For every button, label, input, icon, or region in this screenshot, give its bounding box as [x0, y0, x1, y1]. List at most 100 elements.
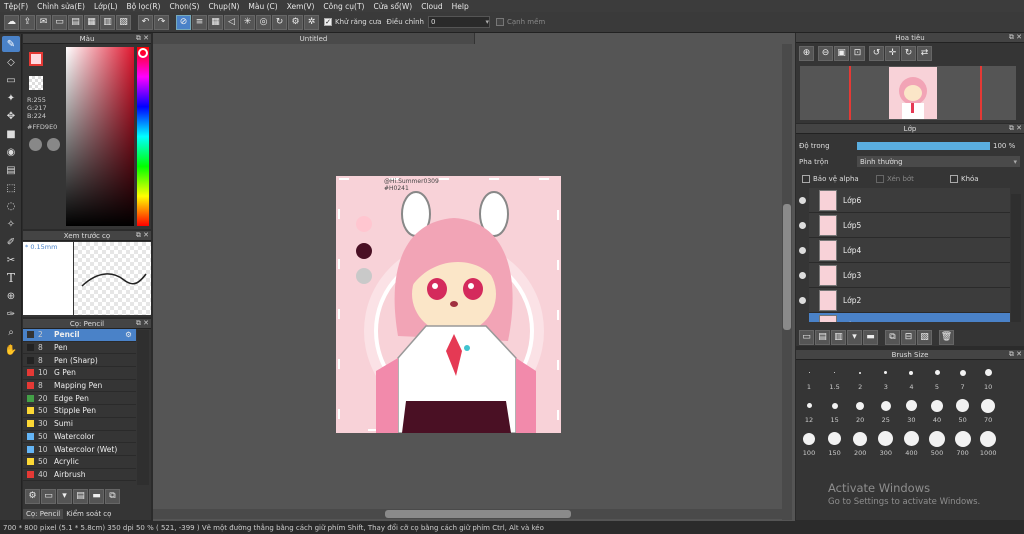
lock-toggle[interactable]: Khóa — [950, 175, 979, 183]
opacity-slider[interactable] — [857, 142, 990, 150]
panel-close-icon[interactable]: ⧉ ✕ — [1009, 350, 1022, 359]
brush-list-scrollbar[interactable] — [137, 330, 149, 485]
brush-item[interactable]: 40 Airbrush — [23, 469, 136, 482]
brush-size-option[interactable]: 70 — [981, 397, 996, 424]
flip-icon[interactable]: ⇄ — [917, 46, 932, 61]
actual-size-icon[interactable]: ⊡ — [850, 46, 865, 61]
brush-size-option[interactable]: 100 — [803, 430, 815, 457]
settings-icon[interactable]: ✲ — [304, 14, 319, 30]
brush-folder-icon[interactable]: ▭ — [41, 489, 56, 504]
menu-edit[interactable]: Chỉnh sửa(E) — [37, 2, 85, 11]
brush-size-option[interactable]: 3 — [880, 364, 892, 391]
brush-item[interactable]: 30 Sumi — [23, 418, 136, 431]
brush-item[interactable]: 20 Edge Pen — [23, 392, 136, 406]
panel-close-icon[interactable]: ⧉ ✕ — [136, 231, 149, 240]
menu-tools[interactable]: Công cụ(T) — [323, 2, 364, 11]
radial-snap-icon[interactable]: ✳ — [240, 14, 255, 30]
select-eraser-icon[interactable]: ✂ — [2, 252, 20, 268]
brush-item[interactable]: 50 Stipple Pen — [23, 405, 136, 418]
brush-size-option[interactable]: 1 — [803, 364, 815, 391]
brush-size-option[interactable]: 500 — [929, 430, 945, 457]
brush-item[interactable]: 8 Pen (Sharp) — [23, 354, 136, 368]
eye-icon[interactable] — [799, 272, 806, 279]
brush-size-option[interactable]: 7 — [957, 364, 969, 391]
rect-icon[interactable]: ■ — [2, 126, 20, 142]
screen-icon[interactable]: ▭ — [52, 14, 67, 30]
new-8bit-layer-icon[interactable]: ▥ — [831, 330, 846, 345]
panel-close-icon[interactable]: ⧉ ✕ — [1009, 33, 1022, 42]
speech-icon[interactable]: ✉ — [36, 14, 51, 30]
brush-item[interactable]: 50 Acrylic — [23, 456, 136, 469]
eye-icon[interactable] — [799, 247, 806, 254]
menu-filter[interactable]: Bộ lọc(R) — [127, 2, 161, 11]
zoom-in-icon[interactable]: ⊕ — [799, 46, 814, 61]
layer-row[interactable]: Lớp2 — [796, 288, 1024, 313]
brush-size-option[interactable]: 200 — [853, 430, 868, 457]
pen-icon[interactable]: ✑ — [2, 306, 20, 322]
magic-wand-icon[interactable]: ✧ — [2, 216, 20, 232]
brush-copy-icon[interactable]: ⧉ — [105, 489, 120, 504]
duplicate-layer-icon[interactable]: ⧉ — [885, 330, 900, 345]
navigator-viewport[interactable] — [800, 66, 1016, 120]
cross-snap-icon[interactable]: ▦ — [208, 14, 223, 30]
layer-row[interactable]: Lớp4 — [796, 238, 1024, 263]
canvas-tab[interactable]: Untitled — [153, 33, 475, 44]
delete-layer-icon[interactable]: 🗑 — [939, 330, 954, 345]
hand-icon[interactable]: ✋ — [2, 342, 20, 358]
brush-size-option[interactable]: 400 — [903, 430, 919, 457]
divide-icon[interactable]: ⊕ — [2, 288, 20, 304]
panel-close-icon[interactable]: ⧉ ✕ — [1009, 124, 1022, 133]
curve-snap-icon[interactable]: ↻ — [272, 14, 287, 30]
brush-size-option[interactable]: 12 — [803, 397, 815, 424]
menu-help[interactable]: Help — [452, 2, 469, 11]
eyedropper-icon[interactable]: ⌕ — [2, 324, 20, 340]
cloud-icon[interactable]: ☁ — [4, 14, 19, 30]
menu-cloud[interactable]: Cloud — [421, 2, 442, 11]
rotate-right-icon[interactable]: ↻ — [901, 46, 916, 61]
zoom-out-icon[interactable]: ⊖ — [818, 46, 833, 61]
menu-select[interactable]: Chọn(S) — [169, 2, 199, 11]
brush-size-option[interactable]: 300 — [878, 430, 894, 457]
layer-row[interactable]: Lớp3 — [796, 263, 1024, 288]
layer-row[interactable]: Lớp6 — [796, 188, 1024, 213]
brush-size-option[interactable]: 4 — [905, 364, 917, 391]
gear-snap-icon[interactable]: ⚙ — [288, 14, 303, 30]
artwork[interactable]: @Hi.Summer0309 #H0241 — [336, 176, 561, 433]
eye-icon[interactable] — [799, 222, 806, 229]
gradient-icon[interactable]: ▤ — [2, 162, 20, 178]
page-icon[interactable]: ▥ — [100, 14, 115, 30]
smooth-edge-toggle[interactable]: Cạnh mềm — [496, 18, 545, 26]
no-snap-icon[interactable]: ⊘ — [176, 14, 191, 30]
brush-size-option[interactable]: 50 — [956, 397, 970, 424]
brush-doc-icon[interactable]: ▤ — [73, 489, 88, 504]
color-history-icon[interactable] — [47, 138, 60, 151]
panel-close-icon[interactable]: ⧉ ✕ — [136, 319, 149, 328]
blur-icon[interactable]: ✦ — [2, 90, 20, 106]
brush-item[interactable]: 8 Pen — [23, 342, 136, 355]
lasso-icon[interactable]: ◌ — [2, 198, 20, 214]
canvas-hscroll-thumb[interactable] — [385, 510, 571, 518]
new-halftone-layer-icon[interactable]: ▤ — [815, 330, 830, 345]
layer-list-scrollbar[interactable] — [1011, 194, 1021, 322]
export-icon[interactable]: ⇪ — [20, 14, 35, 30]
hue-handle[interactable] — [138, 48, 148, 58]
move-icon[interactable]: ✥ — [2, 108, 20, 124]
menu-window[interactable]: Cửa sổ(W) — [373, 2, 412, 11]
merge-layer-icon[interactable]: ⊟ — [901, 330, 916, 345]
grid-icon[interactable]: ▧ — [116, 14, 131, 30]
clear-layer-icon[interactable]: ▧ — [917, 330, 932, 345]
fill-icon[interactable]: ◉ — [2, 144, 20, 160]
brush-size-option[interactable]: 40 — [931, 397, 943, 424]
brush-add-icon[interactable]: ▾ — [57, 489, 72, 504]
blend-mode-select[interactable]: Bình thường ▾ — [857, 156, 1020, 167]
brush-item[interactable]: 10 G Pen — [23, 367, 136, 380]
circle-snap-icon[interactable]: ◎ — [256, 14, 271, 30]
fit-icon[interactable]: ▣ — [834, 46, 849, 61]
select-pen-icon[interactable]: ✐ — [2, 234, 20, 250]
tab-brush[interactable]: Cọ: Pencil — [23, 509, 64, 519]
main-color-swatch[interactable] — [29, 52, 43, 66]
brush-size-option[interactable]: 20 — [854, 397, 866, 424]
antialias-toggle[interactable]: ✓ Khử răng cưa — [324, 18, 382, 26]
brush-size-option[interactable]: 1000 — [980, 430, 996, 457]
brush-settings-icon[interactable]: ⚙ — [25, 489, 40, 504]
